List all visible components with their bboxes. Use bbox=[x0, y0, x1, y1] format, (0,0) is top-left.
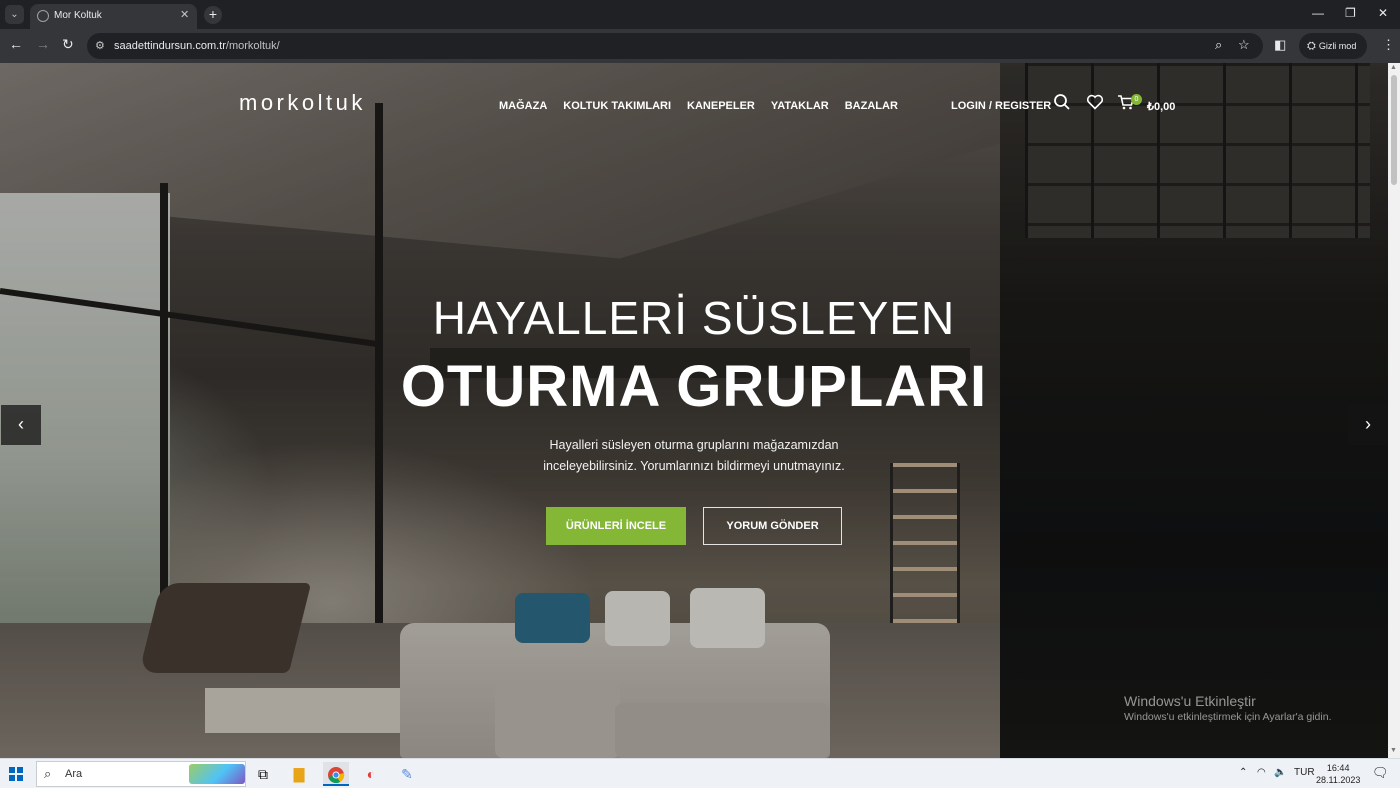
hero-description-line: inceleyebilirsiniz. Yorumlarınızı bildir… bbox=[543, 459, 845, 473]
bookmark-star-icon[interactable]: ☆ bbox=[1238, 37, 1250, 53]
system-clock[interactable]: 16:44 28.11.2023 bbox=[1316, 762, 1360, 786]
nav-item-bazalar[interactable]: BAZALAR bbox=[845, 100, 898, 112]
notifications-icon[interactable]: 🗨 bbox=[1372, 765, 1389, 781]
slider-prev-arrow-icon[interactable]: ‹ bbox=[1, 405, 41, 445]
send-review-button[interactable]: YORUM GÖNDER bbox=[703, 507, 842, 545]
close-window-icon[interactable]: ✕ bbox=[1378, 6, 1388, 20]
minimize-icon[interactable]: — bbox=[1312, 6, 1324, 20]
browser-tab[interactable]: Mor Koltuk ✕ bbox=[30, 4, 197, 29]
watermark-subtitle: Windows'u etkinleştirmek için Ayarlar'a … bbox=[1124, 711, 1332, 723]
page-scrollbar[interactable]: ▲ ▼ bbox=[1388, 63, 1400, 758]
incognito-indicator[interactable]: ⛭ Gizli mod bbox=[1299, 33, 1367, 59]
scroll-down-icon[interactable]: ▼ bbox=[1390, 747, 1397, 754]
scrollbar-thumb[interactable] bbox=[1391, 75, 1397, 185]
site-info-icon[interactable]: ⚙ bbox=[95, 39, 105, 52]
globe-icon bbox=[37, 10, 49, 22]
hero-description: Hayalleri süsleyen oturma gruplarını mağ… bbox=[494, 435, 894, 477]
page-viewport: morkoltuk MAĞAZA KOLTUK TAKIMLARI KANEPE… bbox=[0, 63, 1388, 758]
url-host: saadettindursun.com.tr bbox=[114, 40, 226, 52]
side-panel-icon[interactable]: ◧ bbox=[1274, 37, 1286, 53]
back-icon[interactable]: ← bbox=[9, 36, 23, 52]
zoom-icon[interactable]: ⌕ bbox=[1215, 37, 1222, 53]
network-icon[interactable]: ◠ bbox=[1257, 767, 1266, 778]
hero-description-line: Hayalleri süsleyen oturma gruplarını mağ… bbox=[549, 438, 839, 452]
windows-start-icon[interactable] bbox=[9, 767, 23, 781]
address-bar[interactable]: ⚙ saadettindursun.com.tr/morkoltuk/ ⌕ ☆ bbox=[87, 33, 1263, 59]
clock-time: 16:44 bbox=[1326, 763, 1350, 773]
nav-item-koltuk-takimlari[interactable]: KOLTUK TAKIMLARI bbox=[563, 100, 671, 112]
browser-toolbar: ← → ↻ ⚙ saadettindursun.com.tr/morkoltuk… bbox=[0, 29, 1400, 63]
chrome-icon[interactable] bbox=[323, 762, 349, 786]
nav-item-kanepeler[interactable]: KANEPELER bbox=[687, 100, 755, 112]
windows-activation-watermark: Windows'u Etkinleştir Windows'u etkinleş… bbox=[1124, 693, 1331, 723]
input-language[interactable]: TUR bbox=[1294, 767, 1315, 778]
tab-search-chevron-icon[interactable]: ⌄ bbox=[5, 5, 24, 24]
clock-date: 28.11.2023 bbox=[1316, 775, 1361, 785]
incognito-label: Gizli mod bbox=[1318, 41, 1357, 51]
cart-count-badge: 0 bbox=[1131, 94, 1142, 105]
reload-icon[interactable]: ↻ bbox=[62, 36, 74, 53]
new-tab-button[interactable]: + bbox=[204, 6, 222, 24]
file-explorer-icon[interactable]: ▇ bbox=[286, 762, 312, 786]
watermark-title: Windows'u Etkinleştir bbox=[1124, 693, 1256, 709]
taskbar-search-placeholder: Ara bbox=[65, 768, 83, 780]
close-tab-icon[interactable]: ✕ bbox=[180, 8, 189, 21]
browse-products-button[interactable]: ÜRÜNLERİ İNCELE bbox=[546, 507, 686, 545]
tab-title: Mor Koltuk bbox=[54, 10, 102, 21]
url-text[interactable]: saadettindursun.com.tr/morkoltuk/ bbox=[114, 40, 280, 52]
tray-overflow-chevron-icon[interactable]: ⌃ bbox=[1239, 767, 1247, 778]
search-icon: ⌕ bbox=[44, 766, 52, 781]
search-highlight-image bbox=[189, 764, 245, 784]
volume-icon[interactable]: 🔈 bbox=[1274, 767, 1286, 778]
opera-icon[interactable]: ◐ bbox=[358, 762, 384, 786]
search-icon[interactable] bbox=[1053, 93, 1071, 116]
taskbar-search-box[interactable]: ⌕ Ara bbox=[36, 761, 246, 787]
incognito-icon: ⛭ bbox=[1307, 40, 1316, 52]
forward-icon[interactable]: → bbox=[36, 36, 50, 52]
login-register-link[interactable]: LOGIN / REGISTER bbox=[951, 100, 1051, 112]
restore-icon[interactable]: ❐ bbox=[1345, 6, 1356, 20]
paint-brush-icon[interactable]: ✎ bbox=[394, 762, 420, 786]
nav-item-yataklar[interactable]: YATAKLAR bbox=[771, 100, 829, 112]
slider-next-arrow-icon[interactable]: › bbox=[1348, 405, 1388, 445]
browser-tab-bar: ⌄ Mor Koltuk ✕ + — ❐ ✕ bbox=[0, 0, 1400, 29]
task-view-icon[interactable]: ⧉ bbox=[250, 762, 276, 786]
main-navigation: MAĞAZA KOLTUK TAKIMLARI KANEPELER YATAKL… bbox=[499, 100, 914, 112]
scroll-up-icon[interactable]: ▲ bbox=[1390, 64, 1397, 71]
cart-total[interactable]: ₺0,00 bbox=[1147, 100, 1175, 113]
nav-item-magaza[interactable]: MAĞAZA bbox=[499, 100, 547, 112]
windows-taskbar: ⌕ Ara ⧉ ▇ ◐ ✎ ⌃ ◠ 🔈 TUR 16:44 28.11.2023… bbox=[0, 758, 1400, 788]
wishlist-heart-icon[interactable] bbox=[1086, 93, 1104, 116]
menu-kebab-icon[interactable]: ⋮ bbox=[1382, 37, 1395, 53]
hero-title: OTURMA GRUPLARI bbox=[400, 354, 988, 419]
url-path: /morkoltuk/ bbox=[225, 40, 280, 52]
site-logo[interactable]: morkoltuk bbox=[239, 90, 366, 116]
hero-subtitle: HAYALLERİ SÜSLEYEN bbox=[432, 292, 956, 344]
